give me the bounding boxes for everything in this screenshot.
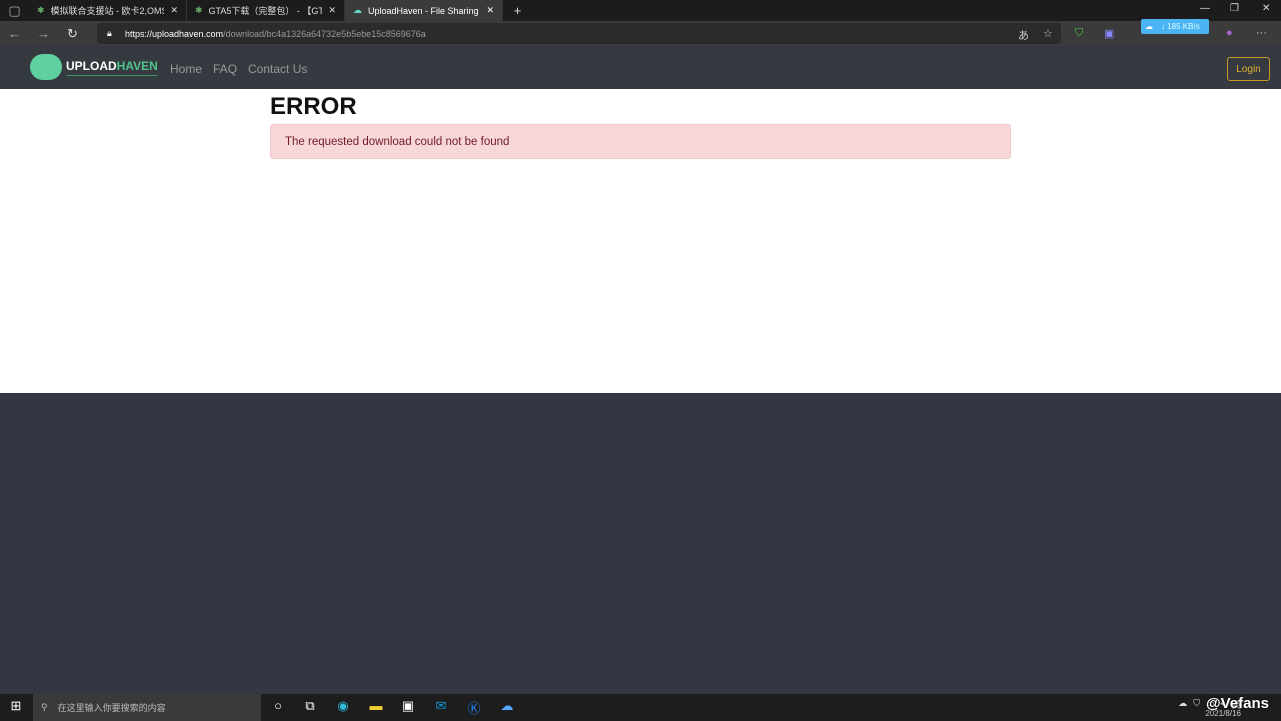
address-bar: ← → ↻ 🔒︎ https://uploadhaven.com/download… [0, 21, 1281, 46]
search-icon: ⚲ [41, 702, 48, 712]
main-content: ERROR The requested download could not b… [0, 89, 1281, 393]
cortana-icon[interactable]: ○ [268, 698, 288, 716]
restore-icon[interactable]: ❐ [1230, 3, 1239, 14]
tab-active[interactable]: ☁UploadHaven - File Sharing Mad✕ [345, 0, 503, 21]
read-aloud-icon[interactable]: あ [1018, 27, 1029, 43]
minimize-icon[interactable]: — [1200, 3, 1210, 14]
download-speed-widget[interactable]: ☁ ↓ 185 KB/s [1141, 19, 1209, 34]
nav-faq[interactable]: FAQ [213, 62, 237, 76]
forward-icon[interactable]: → [29, 26, 58, 41]
login-button[interactable]: Login [1227, 57, 1270, 81]
taskbar-search[interactable]: ⚲ 在这里输入你要搜索的内容 [33, 694, 261, 721]
tab-bar: ▢ ✱模拟联合支援站 - 欧卡2,OMSI,m✕ ✱GTA5下载（完整包） - … [0, 0, 1281, 21]
extension-icon[interactable]: ▣ [1104, 27, 1114, 40]
error-alert: The requested download could not be foun… [270, 124, 1011, 159]
close-window-icon[interactable]: ✕ [1262, 3, 1270, 14]
more-icon[interactable]: ··· [1256, 27, 1267, 39]
tab[interactable]: ✱ GTA5下载（完整包） - 【GTA5 ✕ [187, 0, 345, 21]
refresh-icon[interactable]: ↻ [58, 26, 87, 42]
baidu-netdisk-icon[interactable]: ☁ [497, 698, 517, 716]
profile-avatar[interactable]: ● [1226, 27, 1233, 39]
close-tab-icon[interactable]: ✕ [328, 5, 336, 16]
baidu-cloud-icon: ☁ [1145, 22, 1153, 31]
adguard-icon[interactable]: ⛉ [1075, 27, 1083, 40]
watermark: @Vefans [1206, 695, 1269, 712]
store-icon[interactable]: ▣ [398, 698, 418, 716]
windows-start-icon[interactable]: ⊞ [6, 698, 26, 716]
tab[interactable]: ✱模拟联合支援站 - 欧卡2,OMSI,m✕ [29, 0, 187, 21]
mail-icon[interactable]: ✉ [431, 698, 451, 716]
edge-icon[interactable]: ◉ [333, 698, 353, 716]
page-title: ERROR [270, 93, 357, 120]
netdisk-tray-icon[interactable]: ☁ [1178, 698, 1187, 711]
taskbar: ⊞ ⚲ 在这里输入你要搜索的内容 ○ ⧉ ◉ ▬ ▣ ✉ Ⓚ ☁ ☁ ⛉ ▭ 🔈︎… [0, 694, 1281, 721]
task-view-icon[interactable]: ⧉ [300, 698, 320, 716]
tab-actions-icon[interactable]: ▢ [0, 3, 29, 19]
new-tab-button[interactable]: + [503, 3, 532, 18]
favorite-icon[interactable]: ☆ [1043, 27, 1053, 40]
close-tab-icon[interactable]: ✕ [486, 5, 494, 16]
cloud-logo-icon [30, 54, 62, 80]
site-favicon-icon: ✱ [37, 5, 45, 15]
cloud-favicon-icon: ☁ [353, 5, 362, 15]
site-navbar: UPLOADHAVEN Home FAQ Contact Us Login [0, 48, 1281, 89]
security-tray-icon[interactable]: ⛉ [1193, 698, 1200, 711]
site-favicon-icon: ✱ [195, 5, 203, 15]
lock-icon: 🔒︎ [107, 28, 112, 38]
nav-contact[interactable]: Contact Us [248, 62, 307, 76]
file-explorer-icon[interactable]: ▬ [366, 698, 386, 716]
close-tab-icon[interactable]: ✕ [170, 5, 178, 16]
k-app-icon[interactable]: Ⓚ [464, 698, 484, 716]
site-logo[interactable]: UPLOADHAVEN [30, 54, 158, 80]
nav-home[interactable]: Home [170, 62, 202, 76]
back-icon[interactable]: ← [0, 26, 29, 41]
url-input[interactable]: 🔒︎ https://uploadhaven.com/download/bc4a1… [97, 23, 1061, 44]
